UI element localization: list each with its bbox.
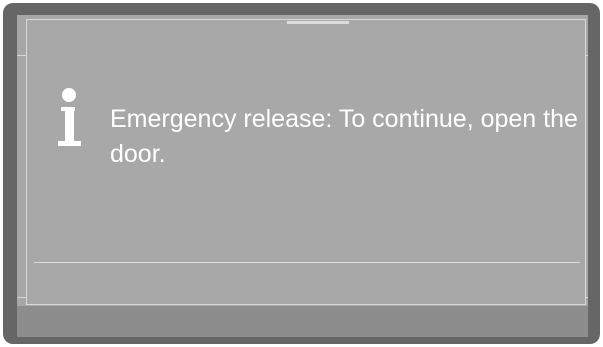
dialog-handle [287, 21, 349, 24]
message-dialog: Emergency release: To continue, open the… [26, 19, 586, 305]
device-bezel: Emergency release: To continue, open the… [3, 3, 600, 344]
info-icon [58, 88, 81, 146]
dialog-divider [34, 262, 580, 263]
dialog-message: Emergency release: To continue, open the… [110, 105, 578, 168]
display-screen: Emergency release: To continue, open the… [17, 15, 588, 337]
bottom-strip [17, 306, 588, 337]
